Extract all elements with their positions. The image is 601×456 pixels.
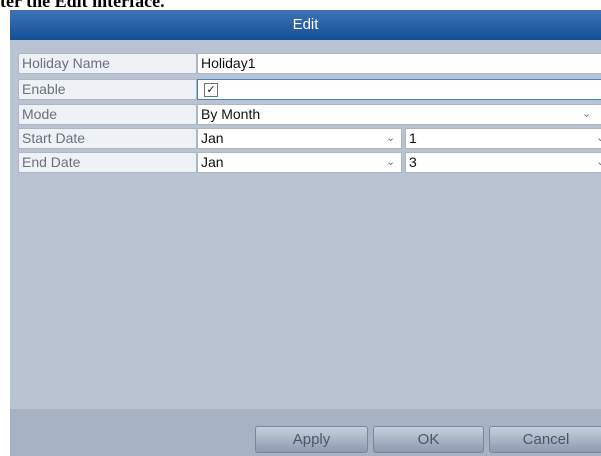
holiday-name-row: Holiday Name Holiday1 bbox=[18, 53, 601, 74]
holiday-name-input[interactable]: Holiday1 bbox=[197, 53, 601, 74]
mode-label: Mode bbox=[18, 104, 197, 125]
apply-button[interactable]: Apply bbox=[255, 426, 368, 453]
end-month-select[interactable]: Jan ⌄ bbox=[197, 152, 402, 173]
enable-label: Enable bbox=[18, 79, 197, 100]
holiday-name-label: Holiday Name bbox=[18, 53, 197, 74]
chevron-down-icon: ⌄ bbox=[386, 156, 396, 168]
enable-field: ✓ bbox=[197, 79, 601, 100]
chevron-down-icon: ⌄ bbox=[596, 156, 601, 168]
start-month-value: Jan bbox=[201, 130, 224, 146]
cancel-button[interactable]: Cancel bbox=[489, 426, 601, 453]
mode-value: By Month bbox=[201, 106, 261, 122]
ok-button[interactable]: OK bbox=[373, 426, 484, 453]
mode-select[interactable]: By Month ⌄ bbox=[197, 104, 601, 125]
enable-row: Enable ✓ bbox=[18, 79, 601, 100]
chevron-down-icon: ⌄ bbox=[596, 132, 601, 144]
end-date-label: End Date bbox=[18, 152, 197, 173]
start-date-label: Start Date bbox=[18, 128, 197, 149]
end-day-select[interactable]: 3 ⌄ bbox=[405, 152, 601, 173]
enable-checkbox[interactable]: ✓ bbox=[204, 83, 218, 97]
mode-row: Mode By Month ⌄ bbox=[18, 104, 601, 125]
end-date-row: End Date Jan ⌄ 3 ⌄ bbox=[18, 152, 601, 173]
chevron-down-icon: ⌄ bbox=[386, 132, 396, 144]
chevron-down-icon: ⌄ bbox=[582, 108, 592, 120]
start-month-select[interactable]: Jan ⌄ bbox=[197, 128, 402, 149]
dialog-footer: Apply OK Cancel bbox=[10, 409, 601, 456]
end-month-value: Jan bbox=[201, 154, 224, 170]
start-day-select[interactable]: 1 ⌄ bbox=[405, 128, 601, 149]
edit-dialog: Edit Holiday Name Holiday1 Enable ✓ Mode… bbox=[10, 10, 601, 456]
start-date-row: Start Date Jan ⌄ 1 ⌄ bbox=[18, 128, 601, 149]
dialog-title: Edit bbox=[10, 10, 601, 40]
end-day-value: 3 bbox=[409, 154, 417, 170]
start-day-value: 1 bbox=[409, 130, 417, 146]
